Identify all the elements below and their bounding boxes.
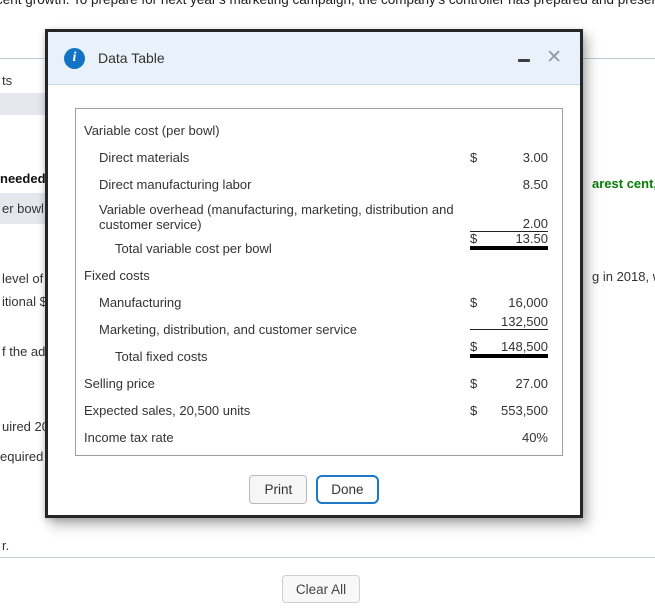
table-row: Selling price $27.00 <box>84 370 552 397</box>
row-label: Total fixed costs <box>115 349 208 364</box>
dialog-titlebar: i Data Table ✕ <box>48 32 580 85</box>
row-amount: 132,500 <box>470 314 548 330</box>
row-amount: $148,500 <box>470 339 548 358</box>
fragment-uired: uired 20 <box>2 419 49 434</box>
amount-value: 8.50 <box>522 177 548 192</box>
dialog-body: Variable cost (per bowl) Direct materials… <box>48 85 580 504</box>
data-table-dialog: i Data Table ✕ Variable cost (per bowl) D… <box>45 29 583 518</box>
table-row: Total fixed costs $148,500 <box>84 339 552 370</box>
row-amount: 2.00 <box>470 216 548 232</box>
row-label: Direct materials <box>99 150 190 165</box>
row-amount: $553,500 <box>470 403 548 418</box>
row-amount: $3.00 <box>470 150 548 165</box>
data-table: Variable cost (per bowl) Direct materials… <box>75 108 563 456</box>
amount-value: 27.00 <box>515 376 548 391</box>
fragment-nearest-cent: arest cent, $ <box>592 176 655 191</box>
dollar-sign: $ <box>470 231 478 246</box>
table-row: Variable overhead (manufacturing, market… <box>84 198 552 235</box>
table-row: Fixed costs <box>84 262 552 289</box>
clear-all-button[interactable]: Clear All <box>282 575 360 603</box>
row-label: Variable cost (per bowl) <box>84 123 220 138</box>
amount-value: 13.50 <box>515 231 548 246</box>
fragment-r: r. <box>2 538 10 553</box>
row-amount: $16,000 <box>470 295 548 310</box>
amount-value: 148,500 <box>501 339 548 354</box>
page: cent growth. To prepare for next year's … <box>0 0 655 611</box>
bottom-divider <box>0 557 655 558</box>
table-row: Direct manufacturing labor 8.50 <box>84 171 552 198</box>
fragment-in-2018: g in 2018, w <box>592 269 655 284</box>
minimize-icon[interactable] <box>518 59 531 62</box>
row-label: Fixed costs <box>84 268 150 283</box>
row-amount: 8.50 <box>470 177 548 192</box>
row-label: Total variable cost per bowl <box>115 241 272 256</box>
table-row: Manufacturing $16,000 <box>84 289 552 316</box>
table-row: Income tax rate 40% <box>84 424 552 451</box>
row-label: Direct manufacturing labor <box>99 177 252 192</box>
problem-statement-text: cent growth. To prepare for next year's … <box>0 0 655 8</box>
row-label: Marketing, distribution, and customer se… <box>99 322 357 337</box>
row-amount: $27.00 <box>470 376 548 391</box>
fragment-er-bowl: er bowl <box>2 201 44 216</box>
row-label: Income tax rate <box>84 430 174 445</box>
amount-value: 132,500 <box>501 313 548 329</box>
amount-value: 2.00 <box>522 216 548 231</box>
row-label: Manufacturing <box>99 295 182 310</box>
print-button[interactable]: Print <box>249 475 308 504</box>
dollar-sign: $ <box>470 403 478 418</box>
table-row: Expected sales, 20,500 units $553,500 <box>84 397 552 424</box>
amount-value: 553,500 <box>501 403 548 418</box>
info-icon: i <box>64 47 85 69</box>
dialog-title: Data Table <box>98 50 165 66</box>
row-label: Variable overhead (manufacturing, market… <box>99 201 454 232</box>
dollar-sign: $ <box>470 376 478 391</box>
row-amount: $13.50 <box>470 231 548 250</box>
fragment-equired: equired <box>0 449 44 464</box>
row-label: Expected sales, 20,500 units <box>84 403 251 418</box>
close-icon[interactable]: ✕ <box>546 48 562 67</box>
amount-value: 16,000 <box>508 295 548 310</box>
table-row: Direct materials $3.00 <box>84 144 552 171</box>
row-amount: 40% <box>470 430 548 445</box>
table-row: Total variable cost per bowl $13.50 <box>84 231 552 262</box>
fragment-needed: needed <box>0 171 46 186</box>
dollar-sign: $ <box>470 339 478 354</box>
done-button[interactable]: Done <box>316 475 379 504</box>
table-row: Variable cost (per bowl) <box>84 117 552 144</box>
dollar-sign: $ <box>470 150 478 165</box>
amount-value: 3.00 <box>522 150 548 165</box>
row-label: Selling price <box>84 376 155 391</box>
amount-value: 40% <box>521 430 548 445</box>
fragment-ts: ts <box>2 73 13 88</box>
dollar-sign: $ <box>470 295 478 310</box>
